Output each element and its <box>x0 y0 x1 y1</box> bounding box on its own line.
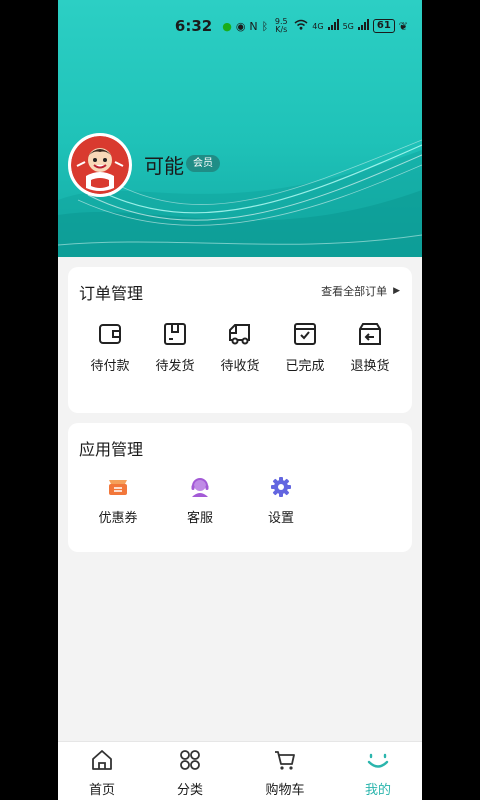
signal-icon <box>357 19 369 33</box>
chat-notification-icon: ● <box>222 19 232 33</box>
completed-icon <box>294 323 316 345</box>
status-bar: 6:32 ● ◉ N ᛒ 9.5 K/s 4G 5G 61 ❦ <box>58 0 422 52</box>
app-coupons[interactable]: 优惠券 <box>88 475 148 526</box>
order-management-card: 订单管理 查看全部订单 ▶ 待付款 待发货 待收货 已完成 退换货 <box>68 267 412 413</box>
bluetooth-icon: ᛒ <box>261 19 269 33</box>
app-settings-label: 设置 <box>267 511 294 526</box>
nfc-icon: N <box>249 19 258 33</box>
view-all-orders-label: 查看全部订单 <box>321 285 388 298</box>
home-icon <box>92 750 112 770</box>
order-completed[interactable]: 已完成 <box>275 321 335 374</box>
username: 可能 <box>144 154 184 178</box>
eye-icon: ◉ <box>235 19 246 33</box>
tab-category-label: 分类 <box>176 783 203 798</box>
order-pending-receipt-label: 待收货 <box>220 359 260 374</box>
settings-icon <box>271 477 291 497</box>
order-pending-receipt[interactable]: 待收货 <box>210 321 270 374</box>
profile-header: 6:32 ● ◉ N ᛒ 9.5 K/s 4G 5G 61 ❦ 可能 会员 <box>58 0 422 257</box>
wifi-icon <box>294 19 308 33</box>
coupon-icon <box>109 480 127 495</box>
app-settings[interactable]: 设置 <box>251 475 311 526</box>
order-management-title: 订单管理 <box>79 284 144 303</box>
app-coupons-label: 优惠券 <box>98 511 138 526</box>
customer-service-icon <box>191 478 209 497</box>
order-pending-shipment[interactable]: 待发货 <box>145 321 205 374</box>
signal-icon <box>327 19 339 33</box>
tab-cart-label: 购物车 <box>265 783 305 798</box>
cart-icon <box>275 751 295 770</box>
smile-icon <box>367 753 389 768</box>
tab-category[interactable]: 分类 <box>155 748 225 798</box>
leaf-icon: ❦ <box>398 19 408 33</box>
app-management-title: 应用管理 <box>79 440 144 459</box>
truck-icon <box>229 324 250 345</box>
tab-profile[interactable]: 我的 <box>343 748 413 798</box>
return-icon <box>359 323 381 345</box>
package-icon <box>164 323 186 345</box>
app-customer-service-label: 客服 <box>186 511 213 526</box>
status-time: 6:32 <box>174 17 213 35</box>
tab-home[interactable]: 首页 <box>67 748 137 798</box>
order-pending-payment[interactable]: 待付款 <box>80 321 140 374</box>
order-returns-label: 退换货 <box>350 359 390 374</box>
order-pending-shipment-label: 待发货 <box>155 359 195 374</box>
order-pending-payment-label: 待付款 <box>90 359 130 374</box>
tab-cart[interactable]: 购物车 <box>250 748 320 798</box>
signal-5g-label: 5G <box>342 21 354 31</box>
avatar[interactable] <box>68 133 132 197</box>
member-badge: 会员 <box>186 155 220 172</box>
category-icon <box>180 750 200 770</box>
signal-4g-label: 4G <box>312 21 324 31</box>
tab-home-label: 首页 <box>88 783 115 798</box>
network-speed: 9.5 K/s <box>274 17 288 34</box>
bottom-tab-bar: 首页 分类 购物车 我的 <box>58 741 422 800</box>
tab-profile-label: 我的 <box>364 783 391 798</box>
triangle-right-icon: ▶ <box>393 286 400 296</box>
wallet-icon <box>99 324 121 344</box>
order-completed-label: 已完成 <box>285 359 325 374</box>
order-returns[interactable]: 退换货 <box>340 321 400 374</box>
app-customer-service[interactable]: 客服 <box>170 475 230 526</box>
app-management-card: 应用管理 优惠券 客服 设置 <box>68 423 412 552</box>
battery-indicator: 61 <box>372 19 395 33</box>
view-all-orders-link[interactable]: 查看全部订单 ▶ <box>321 283 400 299</box>
app-screen: 6:32 ● ◉ N ᛒ 9.5 K/s 4G 5G 61 ❦ 可能 会员 订单… <box>58 0 422 800</box>
